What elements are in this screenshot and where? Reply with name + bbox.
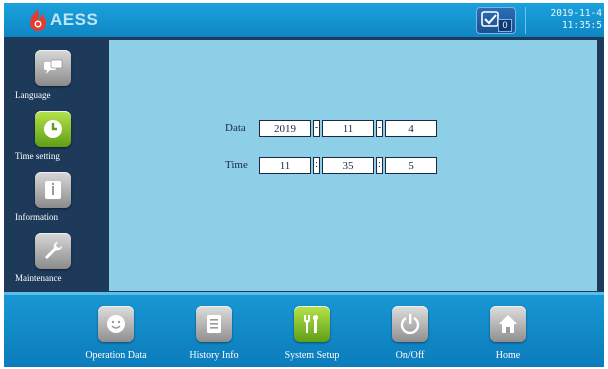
sidebar-item-label: Time setting bbox=[15, 151, 60, 161]
date-separator: - bbox=[313, 120, 320, 137]
hour-input[interactable]: 11 bbox=[259, 157, 311, 174]
tools-icon bbox=[304, 315, 319, 333]
sidebar-item-language[interactable]: Language bbox=[4, 50, 108, 112]
second-input[interactable]: 5 bbox=[385, 157, 437, 174]
power-icon bbox=[400, 314, 420, 335]
date-label: Data bbox=[225, 122, 246, 134]
clock-time: 11:35:5 bbox=[561, 20, 602, 31]
clock-icon bbox=[44, 120, 62, 138]
month-input[interactable]: 11 bbox=[322, 120, 374, 137]
nav-history-info[interactable]: History Info bbox=[164, 303, 264, 365]
brand-name: AESS bbox=[50, 10, 99, 29]
hmi-screen: AESS 0 2019-11-4 11:35:5 Language Time s… bbox=[4, 3, 604, 367]
sidebar-item-information[interactable]: Information bbox=[4, 172, 108, 234]
sidebar-item-label: Information bbox=[15, 212, 58, 222]
nav-operation-data[interactable]: Operation Data bbox=[66, 303, 166, 365]
nav-on-off[interactable]: On/Off bbox=[360, 303, 460, 365]
sidebar-item-label: Language bbox=[15, 90, 51, 100]
header-bar: AESS 0 2019-11-4 11:35:5 bbox=[4, 3, 604, 37]
clock-date: 2019-11-4 bbox=[550, 8, 602, 19]
nav-label: On/Off bbox=[395, 350, 425, 361]
info-icon bbox=[45, 181, 61, 199]
bottom-nav: Operation Data History Info System Setup… bbox=[4, 295, 604, 367]
message-count-badge: 0 bbox=[498, 19, 512, 32]
flame-logo-icon bbox=[30, 9, 46, 31]
nav-label: System Setup bbox=[284, 350, 340, 361]
system-clock: 2019-11-4 11:35:5 bbox=[530, 8, 602, 32]
header-divider bbox=[525, 7, 526, 34]
smiley-icon bbox=[107, 315, 125, 333]
date-separator: - bbox=[376, 120, 383, 137]
nav-home[interactable]: Home bbox=[458, 303, 558, 365]
sidebar-item-label: Maintenance bbox=[15, 273, 62, 283]
message-status-button[interactable]: 0 bbox=[476, 7, 516, 34]
sidebar-item-maintenance[interactable]: Maintenance bbox=[4, 233, 108, 295]
nav-label: Home bbox=[495, 350, 521, 361]
time-setting-panel: Data 2019 - 11 - 4 Time 11 : 35 : 5 bbox=[109, 40, 597, 291]
time-separator: : bbox=[313, 157, 320, 174]
home-icon bbox=[499, 315, 517, 333]
day-input[interactable]: 4 bbox=[385, 120, 437, 137]
wrench-icon bbox=[45, 242, 62, 259]
time-separator: : bbox=[376, 157, 383, 174]
nav-system-setup[interactable]: System Setup bbox=[262, 303, 362, 365]
time-label: Time bbox=[225, 159, 248, 171]
minute-input[interactable]: 35 bbox=[322, 157, 374, 174]
nav-label: History Info bbox=[189, 350, 239, 361]
settings-sidebar: Language Time setting Information Mainte… bbox=[4, 40, 108, 296]
year-input[interactable]: 2019 bbox=[259, 120, 311, 137]
sidebar-item-time-setting[interactable]: Time setting bbox=[4, 111, 108, 173]
chat-icon bbox=[44, 59, 63, 74]
document-icon bbox=[207, 315, 221, 333]
nav-label: Operation Data bbox=[85, 350, 147, 361]
